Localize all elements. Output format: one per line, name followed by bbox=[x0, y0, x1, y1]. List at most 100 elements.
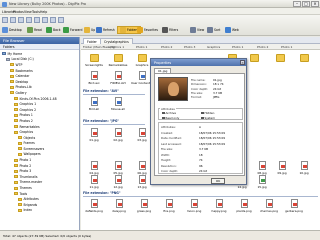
folder-item[interactable] bbox=[293, 54, 315, 63]
close-button[interactable]: × bbox=[311, 1, 319, 7]
toolbar-favorites-button[interactable]: Favorites bbox=[137, 26, 158, 34]
dialog-close-button[interactable]: × bbox=[240, 60, 245, 65]
file-item[interactable]: 11.jpg bbox=[83, 175, 105, 189]
read-only-checkbox[interactable]: Read only bbox=[162, 116, 179, 120]
properties-dialog: Properties × 01.jpg File name: 01.jpg Dime… bbox=[150, 58, 247, 185]
file-item[interactable]: fire.png bbox=[158, 199, 180, 213]
file-item[interactable]: dafields.png bbox=[83, 199, 105, 213]
new-icon[interactable] bbox=[2, 17, 8, 23]
tree-item[interactable]: Index bbox=[0, 208, 79, 214]
maximize-button[interactable]: □ bbox=[302, 1, 310, 7]
group-header[interactable]: File extension: "PNG" bbox=[83, 191, 318, 197]
menu-view[interactable]: View bbox=[24, 10, 32, 14]
toolbar-sort-button[interactable]: Sort bbox=[207, 26, 220, 34]
archive-checkbox[interactable]: Archive bbox=[162, 111, 176, 115]
file-item[interactable]: 15.jpg bbox=[251, 175, 273, 189]
file-item[interactable]: plants.png bbox=[233, 199, 255, 213]
menu-help[interactable]: Help bbox=[40, 10, 47, 14]
column-header[interactable]: Photo 2 bbox=[161, 45, 172, 49]
toolbar-label: Favorites bbox=[144, 28, 158, 32]
toolbar-filters-button[interactable]: Filters bbox=[162, 26, 178, 34]
folder-item[interactable]: Screenlights bbox=[83, 54, 105, 67]
image-file-icon bbox=[290, 199, 298, 208]
group-header[interactable]: File extension: "JPG" bbox=[83, 119, 145, 125]
item-label: 12.jpg bbox=[113, 185, 123, 189]
file-item[interactable]: cherries.png bbox=[258, 199, 280, 213]
toolbar-read-button[interactable]: Read bbox=[27, 26, 42, 34]
folder-icon bbox=[14, 180, 18, 184]
folder-item[interactable]: Remarkables bbox=[107, 54, 129, 67]
file-item[interactable]: 01.jpg bbox=[83, 128, 105, 142]
item-label: 11.jpg bbox=[89, 185, 99, 189]
panel-title: File Browser bbox=[0, 37, 79, 44]
folder-item[interactable] bbox=[269, 54, 291, 63]
save-icon[interactable] bbox=[18, 17, 24, 23]
item-label: 01.jpg bbox=[89, 138, 99, 142]
column-header[interactable]: Photo 1 bbox=[232, 45, 243, 49]
image-file-icon bbox=[114, 97, 122, 106]
hidden-checkbox[interactable]: Hidden bbox=[201, 111, 214, 115]
file-item[interactable]: 09.jpg bbox=[271, 161, 293, 175]
item-label: 14.jpg bbox=[237, 185, 247, 189]
file-item[interactable]: Mouse.all bbox=[107, 97, 129, 111]
tree-item-label: Photos 2 bbox=[19, 118, 33, 123]
tree-item-label: WTP bbox=[15, 62, 23, 67]
info-value: A bbox=[199, 125, 201, 129]
image-file-icon bbox=[165, 199, 173, 208]
tree-item-label: Calendar bbox=[15, 74, 30, 79]
menu-photos[interactable]: Photos bbox=[13, 10, 24, 14]
quick-toolbar bbox=[2, 17, 64, 24]
column-header-row: Folder (Main files (7)) Graphics 1 Photo 1… bbox=[81, 44, 320, 50]
info-label: File size: bbox=[161, 147, 173, 151]
minimize-button[interactable]: – bbox=[293, 1, 301, 7]
column-header[interactable]: Graphics 1 bbox=[108, 45, 124, 49]
file-item[interactable]: 04.jpg bbox=[83, 161, 105, 175]
tree-item-label: Theme-master bbox=[19, 180, 43, 185]
print-icon[interactable] bbox=[26, 17, 32, 23]
item-label: happy.png bbox=[211, 209, 227, 213]
toolbar-refresh-button[interactable]: Refresh bbox=[96, 26, 115, 34]
file-item[interactable]: 10.jpg bbox=[293, 161, 315, 175]
file-item[interactable]: 08.jpg bbox=[251, 161, 273, 175]
toolbar-view-button[interactable]: View bbox=[190, 26, 204, 34]
folder-icon bbox=[14, 125, 18, 129]
toolbar-web-button[interactable]: Web bbox=[225, 26, 239, 34]
cut-icon[interactable] bbox=[34, 17, 40, 23]
toolbar-up-button[interactable]: Up bbox=[84, 26, 95, 34]
file-item[interactable]: FIRIELI.AVI bbox=[107, 71, 129, 85]
toolbar-back-button[interactable]: Back bbox=[46, 26, 61, 34]
delete-icon[interactable] bbox=[58, 17, 64, 23]
file-item[interactable]: grass.png bbox=[133, 199, 155, 213]
file-item[interactable]: moon.png bbox=[183, 199, 205, 213]
file-item[interactable]: gerbera.png bbox=[283, 199, 305, 213]
paste-icon[interactable] bbox=[50, 17, 56, 23]
status-bar: Total: 47 objects (27.39 KB) Selected: 0… bbox=[0, 230, 320, 240]
toolbar-desktop-button[interactable]: Desktop bbox=[2, 26, 22, 34]
file-item[interactable]: 12.jpg bbox=[107, 175, 129, 189]
menu-tools[interactable]: Tools bbox=[32, 10, 40, 14]
tree-item-label: My Home bbox=[7, 51, 23, 56]
column-header[interactable]: Photo 1 bbox=[281, 45, 292, 49]
column-header[interactable]: Photo 1 bbox=[136, 45, 147, 49]
file-item[interactable]: daisy.png bbox=[108, 199, 130, 213]
system-checkbox[interactable]: System bbox=[201, 116, 215, 120]
item-label: Bird.all bbox=[88, 107, 100, 111]
column-header[interactable]: Graphics bbox=[207, 45, 220, 49]
column-header[interactable]: Photo 2 bbox=[257, 45, 268, 49]
ok-button[interactable]: OK bbox=[211, 178, 225, 184]
tree-item-label: Wallpapers bbox=[23, 152, 41, 157]
open-icon[interactable] bbox=[10, 17, 16, 23]
property-value: JPEG bbox=[213, 95, 220, 100]
file-item[interactable]: Bird.avi bbox=[83, 71, 105, 85]
file-item[interactable]: 02.jpg bbox=[107, 128, 129, 142]
file-item[interactable]: Bird.all bbox=[83, 97, 105, 111]
folder-icon bbox=[10, 63, 14, 67]
file-item[interactable]: happy.png bbox=[208, 199, 230, 213]
toolbar-forward-button[interactable]: Forward bbox=[63, 26, 82, 34]
copy-icon[interactable] bbox=[42, 17, 48, 23]
folder-icon bbox=[14, 169, 18, 173]
column-header[interactable]: Photo 3 bbox=[184, 45, 195, 49]
toolbar-label: Back bbox=[53, 28, 61, 32]
group-header[interactable]: File extension: "AVI" bbox=[83, 89, 145, 95]
file-item[interactable]: 05.jpg bbox=[107, 161, 129, 175]
